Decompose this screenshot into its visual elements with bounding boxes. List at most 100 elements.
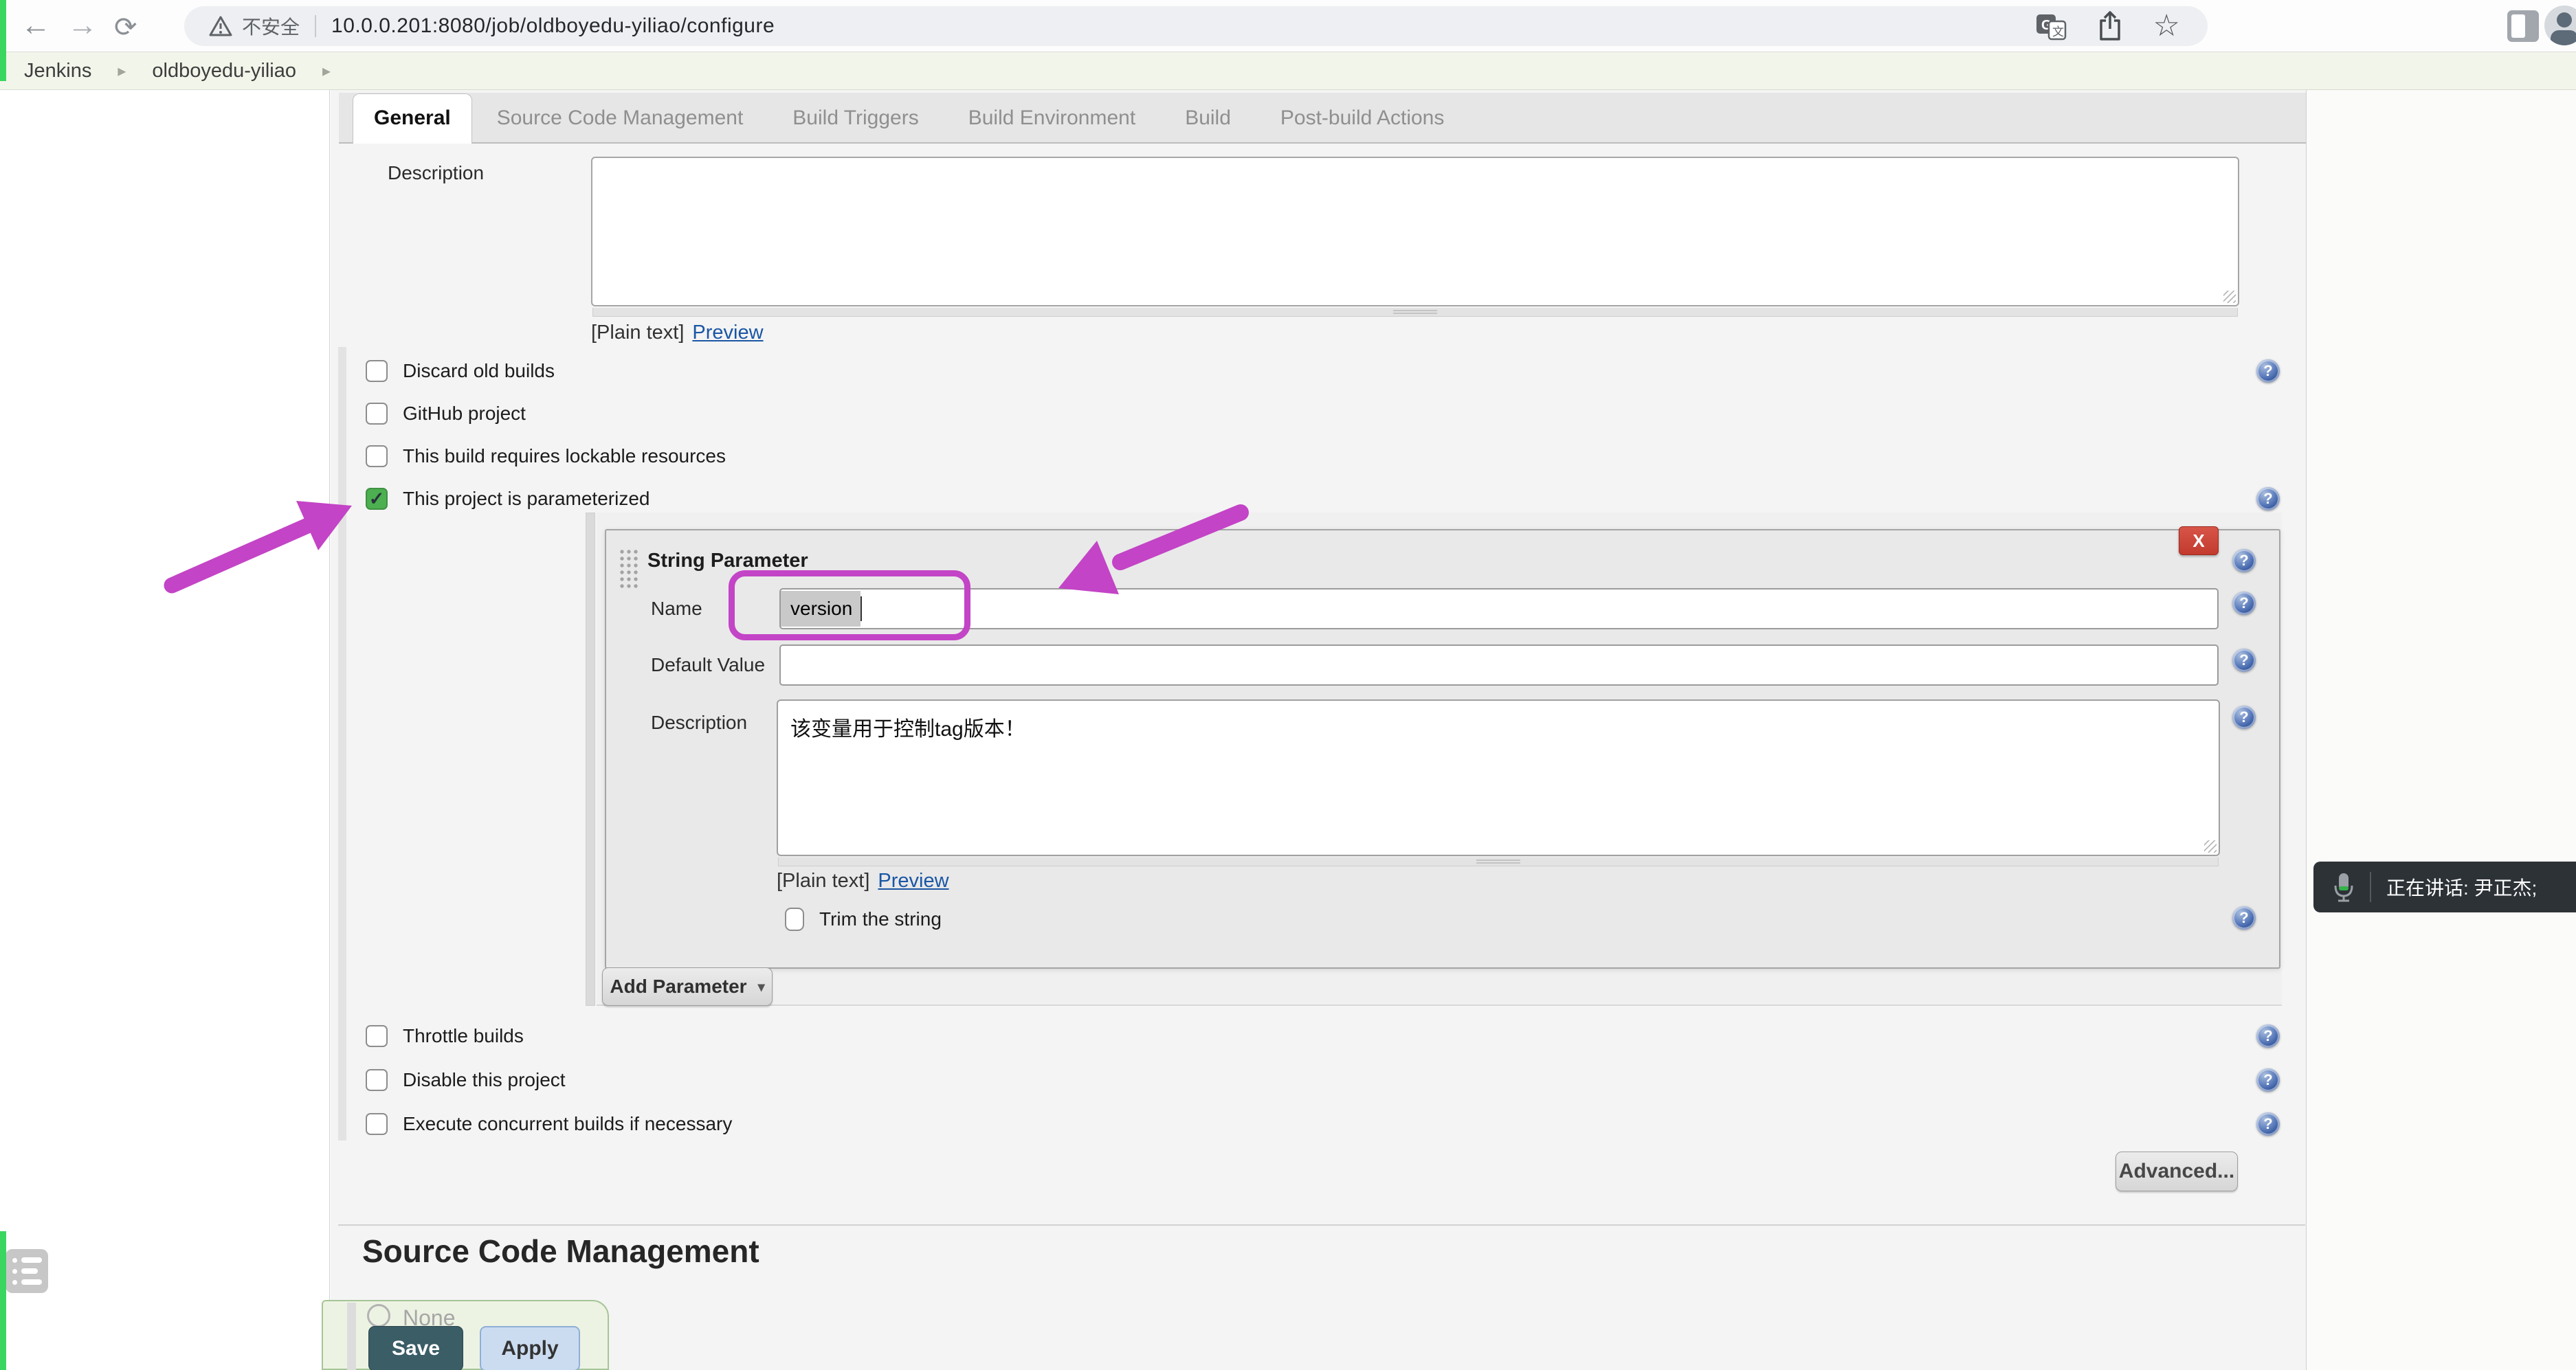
tab-post-build-actions[interactable]: Post-build Actions: [1256, 94, 1469, 142]
help-icon[interactable]: ?: [2256, 1068, 2280, 1092]
back-icon[interactable]: ←: [21, 8, 51, 43]
tab-source-code-management[interactable]: Source Code Management: [472, 94, 768, 142]
help-icon[interactable]: ?: [2232, 906, 2256, 930]
list-line-icon: [12, 1268, 48, 1274]
checkbox-label: Trim the string: [819, 908, 942, 930]
help-icon[interactable]: ?: [2256, 1112, 2280, 1136]
annotation-toolbar-button[interactable]: [5, 1249, 48, 1293]
screenshare-border-top: [0, 0, 6, 81]
description-label: Description: [388, 162, 484, 184]
url-bar[interactable]: 不安全 10.0.0.201:8080/job/oldboyedu-yiliao…: [184, 6, 2208, 46]
tab-build-triggers[interactable]: Build Triggers: [768, 94, 943, 142]
url-text: 10.0.0.201:8080/job/oldboyedu-yiliao/con…: [331, 14, 775, 38]
url-divider: [315, 15, 316, 37]
checkbox-row-disable: Disable this project: [366, 1068, 566, 1092]
checkbox-row-discard-old-builds: Discard old builds: [366, 359, 555, 383]
parameter-drag-strip[interactable]: [586, 513, 595, 1006]
help-icon[interactable]: ?: [2232, 649, 2256, 672]
checkbox-row-parameterized: ✓ This project is parameterized: [366, 486, 649, 511]
security-warning-icon: [209, 15, 232, 37]
reload-icon[interactable]: ⟳: [114, 10, 137, 45]
advanced-label: Advanced...: [2119, 1160, 2234, 1183]
side-panel-icon[interactable]: [2507, 10, 2539, 42]
help-icon[interactable]: ?: [2256, 1024, 2280, 1048]
section-divider: [338, 1224, 2305, 1226]
section-drag-strip: [338, 347, 346, 1141]
default-value-label: Default Value: [651, 654, 765, 676]
browser-toolbar: ← → ⟳ 不安全 10.0.0.201:8080/job/oldboyedu-…: [0, 0, 2576, 52]
tab-build-environment[interactable]: Build Environment: [944, 94, 1160, 142]
bookmark-star-icon[interactable]: ☆: [2153, 11, 2180, 41]
share-icon[interactable]: [2097, 10, 2123, 42]
param-description-value: 该变量用于控制tag版本！: [790, 718, 1025, 741]
trim-string-checkbox[interactable]: [785, 908, 804, 931]
default-value-input[interactable]: [779, 644, 2219, 686]
help-icon[interactable]: ?: [2232, 592, 2256, 615]
profile-avatar[interactable]: [2544, 5, 2576, 45]
checkbox-label: Disable this project: [403, 1069, 566, 1091]
forward-icon[interactable]: →: [67, 8, 98, 43]
preview-link[interactable]: Preview: [692, 322, 763, 344]
drag-handle-icon[interactable]: [619, 548, 639, 588]
plain-text-label: [Plain text]: [591, 322, 684, 344]
add-parameter-button[interactable]: Add Parameter ▾: [602, 967, 773, 1006]
string-parameter-title: String Parameter: [647, 550, 808, 572]
lockable-resources-checkbox[interactable]: [366, 445, 388, 467]
checkbox-label: Execute concurrent builds if necessary: [403, 1113, 732, 1135]
disable-project-checkbox[interactable]: [366, 1069, 388, 1091]
tab-build[interactable]: Build: [1160, 94, 1256, 142]
param-description-textarea[interactable]: 该变量用于控制tag版本！: [777, 699, 2220, 856]
annotation-highlight-box: [729, 570, 970, 640]
speaking-indicator: 正在讲话: 尹正杰;: [2313, 862, 2576, 912]
breadcrumb-job[interactable]: oldboyedu-yiliao: [152, 60, 296, 82]
help-icon[interactable]: ?: [2232, 549, 2256, 572]
description-textarea[interactable]: [591, 157, 2239, 306]
config-tabbar: General Source Code Management Build Tri…: [339, 93, 2306, 144]
apply-button[interactable]: Apply: [480, 1326, 580, 1370]
preview-link[interactable]: Preview: [878, 870, 948, 892]
help-icon[interactable]: ?: [2232, 706, 2256, 729]
resize-grip-icon[interactable]: [2204, 840, 2217, 853]
checkbox-row-github-project: GitHub project: [366, 401, 526, 426]
speaking-text: 正在讲话: 尹正杰;: [2386, 873, 2537, 901]
list-line-icon: [12, 1257, 48, 1263]
screenshare-border-bottom: [0, 1231, 6, 1370]
markup-formatter-row: [Plain text]Preview: [777, 870, 949, 892]
textarea-resize-handle[interactable]: [592, 308, 2238, 317]
discard-old-builds-checkbox[interactable]: [366, 360, 388, 382]
concurrent-builds-checkbox[interactable]: [366, 1113, 388, 1135]
microphone-icon: [2331, 871, 2356, 903]
scm-heading: Source Code Management: [362, 1233, 759, 1270]
delete-parameter-button[interactable]: X: [2179, 526, 2219, 555]
scm-none-radio[interactable]: [367, 1304, 390, 1327]
resize-grip-icon[interactable]: [2223, 291, 2236, 303]
list-line-icon: [12, 1279, 48, 1285]
param-description-label: Description: [651, 712, 747, 734]
right-margin: [2306, 90, 2576, 1370]
breadcrumb-jenkins[interactable]: Jenkins: [24, 60, 91, 82]
advanced-button[interactable]: Advanced...: [2116, 1152, 2238, 1191]
dropdown-arrow-icon: ▾: [758, 978, 765, 996]
save-button[interactable]: Save: [368, 1326, 463, 1370]
checkbox-row-concurrent: Execute concurrent builds if necessary: [366, 1112, 732, 1136]
left-sidebar: [0, 90, 330, 1370]
checkbox-label: Discard old builds: [403, 360, 555, 382]
security-label: 不安全: [242, 12, 300, 40]
help-icon[interactable]: ?: [2256, 359, 2280, 383]
throttle-builds-checkbox[interactable]: [366, 1025, 388, 1047]
help-icon[interactable]: ?: [2256, 487, 2280, 510]
breadcrumb: Jenkins ▸ oldboyedu-yiliao ▸: [0, 52, 2576, 90]
textarea-resize-handle[interactable]: [778, 857, 2219, 866]
checkbox-label: This build requires lockable resources: [403, 445, 726, 467]
svg-text:文: 文: [2052, 25, 2064, 38]
apply-label: Apply: [501, 1337, 558, 1360]
parameterized-checkbox[interactable]: ✓: [366, 488, 388, 510]
github-project-checkbox[interactable]: [366, 403, 388, 425]
chevron-right-icon: ▸: [118, 61, 126, 81]
tab-general[interactable]: General: [353, 93, 472, 144]
chevron-right-icon: ▸: [322, 61, 331, 81]
translate-icon[interactable]: G 文: [2035, 10, 2067, 42]
parameter-name-input[interactable]: version: [779, 588, 2219, 629]
save-label: Save: [392, 1337, 440, 1360]
name-label: Name: [651, 598, 702, 620]
